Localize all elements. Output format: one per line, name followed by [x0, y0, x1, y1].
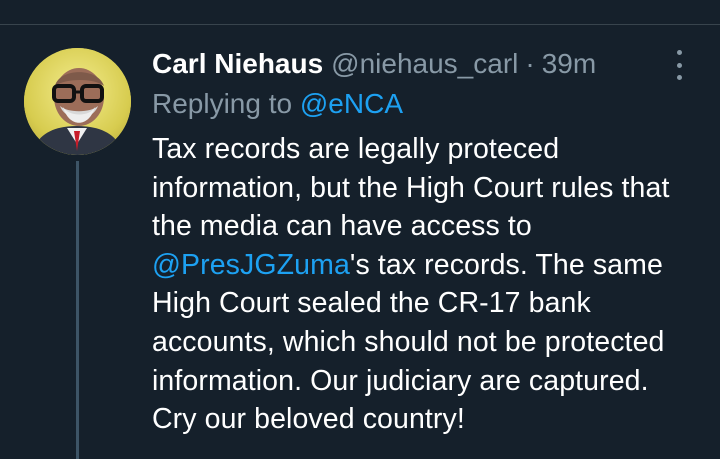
tweet-line-text: Tax records are legally proteced — [152, 133, 560, 165]
tweet-line-text: accounts, which should not be protected — [152, 325, 665, 358]
tweet-line: information, but the High Court rules th… — [152, 169, 712, 208]
tweet-mention[interactable]: @PresJGZuma — [152, 249, 350, 281]
thread-connector-line — [76, 161, 79, 459]
tweet-line-text: High Court sealed the CR-17 bank — [152, 287, 591, 320]
tweet-line: Cry our beloved country! — [152, 400, 712, 439]
more-options-icon[interactable] — [672, 50, 686, 80]
tweet-line: accounts, which should not be protected — [152, 323, 712, 362]
tweet-line: @PresJGZuma's tax records. The same — [152, 246, 712, 285]
replying-prefix: Replying to — [152, 88, 293, 119]
tweet-line: information. Our judiciary are captured. — [152, 362, 712, 401]
more-dot — [676, 62, 682, 68]
top-divider — [0, 24, 720, 25]
author-avatar[interactable] — [24, 48, 131, 155]
replying-to-line: Replying to @eNCA — [152, 85, 403, 123]
tweet-line: the media can have access to — [152, 207, 712, 246]
tweet-line-text: information. Our judiciary are captured. — [152, 364, 649, 397]
author-handle[interactable]: @niehaus_carl — [331, 44, 518, 84]
replying-to-mention[interactable]: @eNCA — [300, 88, 403, 119]
tweet-line-text: 's tax records. The same — [349, 248, 663, 281]
more-dot — [676, 75, 682, 80]
author-name[interactable]: Carl Niehaus — [152, 44, 323, 84]
tweet-line-text: Cry our beloved country! — [152, 403, 465, 436]
tweet-text: Tax records are legally proteced informa… — [152, 130, 712, 439]
tweet-line-text: the media can have access to — [152, 210, 532, 243]
tweet-header: Carl Niehaus @niehaus_carl · 39m — [152, 44, 596, 84]
tweet-line: Tax records are legally proteced — [152, 130, 712, 169]
tweet-line: High Court sealed the CR-17 bank — [152, 284, 712, 323]
more-dot — [676, 50, 682, 55]
avatar-photo-icon — [24, 48, 131, 155]
tweet-line-text: information, but the High Court rules th… — [152, 171, 670, 204]
header-separator: · — [525, 48, 535, 79]
tweet-timestamp[interactable]: 39m — [542, 44, 596, 84]
